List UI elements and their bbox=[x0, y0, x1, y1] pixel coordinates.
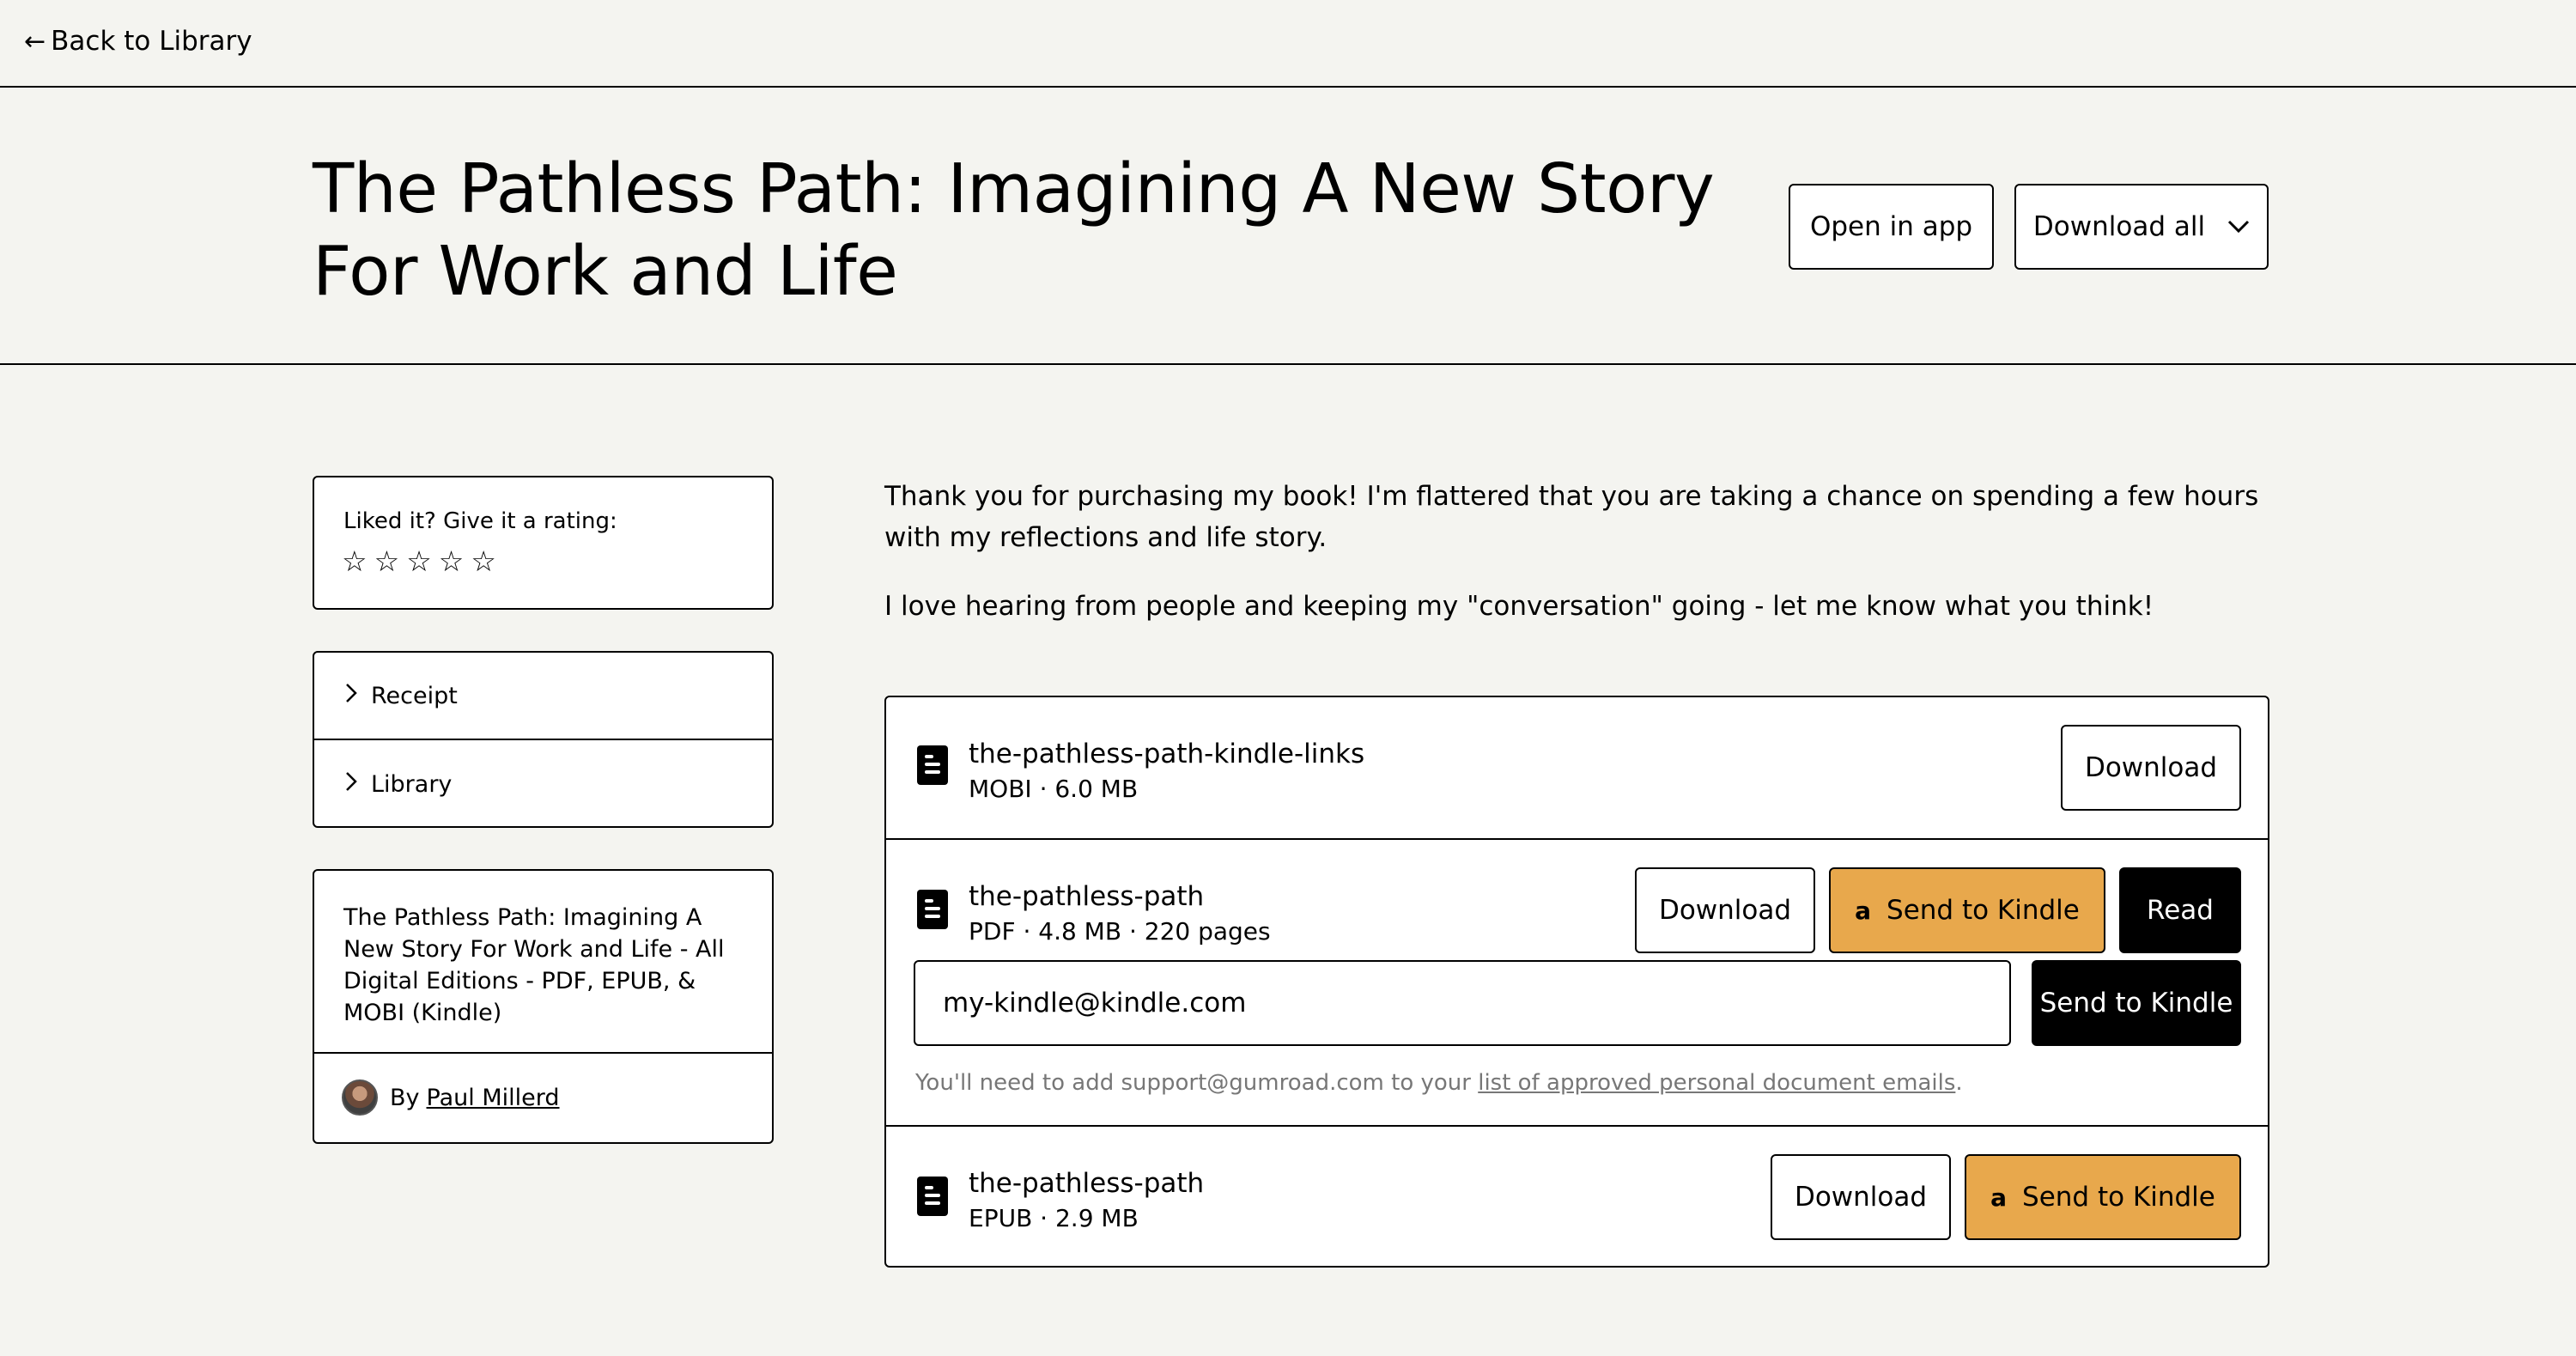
file-row: the-pathless-path EPUB · 2.9 MB Download… bbox=[886, 1127, 2268, 1269]
creator-link[interactable]: Paul Millerd bbox=[427, 1085, 560, 1111]
chevron-right-icon bbox=[345, 683, 357, 709]
rating-card: Liked it? Give it a rating: ☆ ☆ ☆ ☆ ☆ bbox=[313, 476, 774, 610]
kindle-email-input[interactable] bbox=[914, 960, 2011, 1046]
file-list: the-pathless-path-kindle-links MOBI · 6.… bbox=[884, 696, 2269, 1268]
star-outline-icon[interactable]: ☆ bbox=[342, 544, 368, 579]
library-label: Library bbox=[371, 770, 453, 798]
download-label: Download bbox=[1658, 895, 1792, 926]
open-in-app-button[interactable]: Open in app bbox=[1789, 184, 1994, 270]
file-document-icon bbox=[917, 745, 948, 785]
by-label: By bbox=[390, 1084, 420, 1111]
creator-message: Thank you for purchasing my book! I'm fl… bbox=[884, 476, 2275, 654]
file-meta: MOBI · 6.0 MB bbox=[969, 775, 1139, 803]
amazon-icon: a bbox=[1855, 896, 1872, 925]
page-header: The Pathless Path: Imagining A New Story… bbox=[0, 88, 2576, 365]
read-label: Read bbox=[2147, 895, 2214, 926]
chevron-right-icon bbox=[345, 771, 357, 798]
file-name: the-pathless-path-kindle-links bbox=[969, 739, 1365, 769]
links-card: Receipt Library bbox=[313, 651, 774, 828]
product-card: The Pathless Path: Imagining A New Story… bbox=[313, 869, 774, 1144]
avatar bbox=[342, 1079, 378, 1116]
send-to-kindle-submit-label: Send to Kindle bbox=[2039, 988, 2233, 1019]
star-outline-icon[interactable]: ☆ bbox=[406, 544, 432, 579]
file-row: the-pathless-path PDF · 4.8 MB · 220 pag… bbox=[886, 840, 2268, 1127]
star-outline-icon[interactable]: ☆ bbox=[439, 544, 465, 579]
download-all-button[interactable]: Download all bbox=[2014, 184, 2269, 270]
message-paragraph: I love hearing from people and keeping m… bbox=[884, 591, 2154, 622]
download-label: Download bbox=[2084, 752, 2218, 783]
arrow-left-icon: ← bbox=[24, 26, 46, 57]
product-name: The Pathless Path: Imagining A New Story… bbox=[343, 904, 725, 1026]
download-button[interactable]: Download bbox=[1635, 867, 1815, 953]
file-row: the-pathless-path-kindle-links MOBI · 6.… bbox=[886, 697, 2268, 840]
back-to-library-link[interactable]: ← Back to Library bbox=[24, 26, 252, 57]
file-document-icon bbox=[917, 1177, 948, 1216]
divider bbox=[314, 1052, 772, 1054]
rating-label: Liked it? Give it a rating: bbox=[343, 508, 617, 534]
creator-info: By Paul Millerd bbox=[342, 1079, 560, 1116]
kindle-note-suffix: . bbox=[1955, 1070, 1963, 1096]
download-all-label: Download all bbox=[2032, 211, 2206, 242]
chevron-down-icon bbox=[2227, 214, 2250, 240]
download-button[interactable]: Download bbox=[1771, 1154, 1951, 1240]
star-outline-icon[interactable]: ☆ bbox=[374, 544, 400, 579]
star-outline-icon[interactable]: ☆ bbox=[471, 544, 496, 579]
download-label: Download bbox=[1794, 1182, 1928, 1213]
read-button[interactable]: Read bbox=[2119, 867, 2241, 953]
file-meta: PDF · 4.8 MB · 220 pages bbox=[969, 917, 1271, 946]
approved-emails-link[interactable]: list of approved personal document email… bbox=[1478, 1070, 1955, 1096]
send-to-kindle-label: Send to Kindle bbox=[1886, 895, 2080, 926]
amazon-icon: a bbox=[1990, 1183, 2008, 1212]
rating-stars: ☆ ☆ ☆ ☆ ☆ bbox=[342, 544, 496, 579]
kindle-note-prefix: You'll need to add support@gumroad.com t… bbox=[915, 1070, 1479, 1096]
file-document-icon bbox=[917, 890, 948, 929]
kindle-note: You'll need to add support@gumroad.com t… bbox=[915, 1070, 1963, 1096]
open-in-app-label: Open in app bbox=[1809, 211, 1973, 242]
send-to-kindle-button[interactable]: a Send to Kindle bbox=[1829, 867, 2105, 953]
top-bar: ← Back to Library bbox=[0, 0, 2576, 88]
receipt-label: Receipt bbox=[371, 682, 458, 709]
file-meta: EPUB · 2.9 MB bbox=[969, 1204, 1139, 1232]
file-name: the-pathless-path bbox=[969, 1168, 1205, 1199]
send-to-kindle-button[interactable]: a Send to Kindle bbox=[1965, 1154, 2241, 1240]
library-toggle[interactable]: Library bbox=[314, 740, 772, 828]
file-name: the-pathless-path bbox=[969, 881, 1205, 912]
receipt-toggle[interactable]: Receipt bbox=[314, 653, 772, 740]
back-to-library-label: Back to Library bbox=[51, 26, 252, 57]
send-to-kindle-submit-button[interactable]: Send to Kindle bbox=[2032, 960, 2241, 1046]
send-to-kindle-label: Send to Kindle bbox=[2022, 1182, 2215, 1213]
download-button[interactable]: Download bbox=[2061, 725, 2241, 811]
message-paragraph: Thank you for purchasing my book! I'm fl… bbox=[884, 481, 2259, 553]
page-title: The Pathless Path: Imagining A New Story… bbox=[313, 149, 1715, 311]
